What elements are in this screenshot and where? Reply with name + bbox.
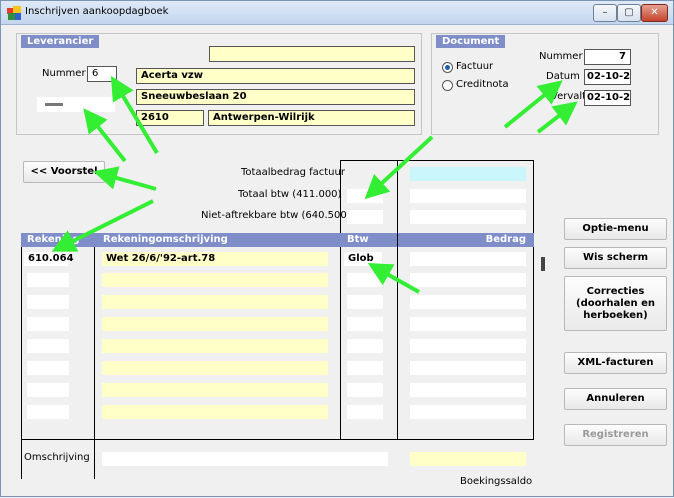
arrow-voorstel — [93, 166, 157, 191]
close-button[interactable]: ✕ — [641, 4, 668, 22]
leverancier-nummer-input[interactable]: 6 — [87, 66, 117, 82]
wis-scherm-button[interactable]: Wis scherm — [564, 247, 667, 269]
app-icon — [7, 6, 21, 20]
factuur-label[interactable]: Factuur — [456, 60, 493, 74]
bedrag-cell[interactable] — [410, 252, 526, 266]
creditnota-label[interactable]: Creditnota — [456, 78, 509, 92]
leverancier-street-field[interactable]: Sneeuwbeslaan 20 — [136, 89, 415, 105]
datum-label: Datum — [546, 71, 580, 82]
totaal-btw-btw-cell[interactable] — [347, 189, 383, 203]
bedrag-cell[interactable] — [410, 273, 526, 287]
boekingssaldo-label: Boekingssaldo — [460, 476, 533, 487]
title-bar: Inschrijven aankoopdagboek – ▢ ✕ — [1, 1, 673, 25]
btw-cell[interactable] — [347, 405, 383, 419]
bedrag-cell[interactable] — [410, 339, 526, 353]
optie-menu-button[interactable]: Optie-menu — [564, 218, 667, 240]
omschrijving-cell[interactable] — [102, 295, 328, 309]
omschrijving-cell[interactable] — [102, 317, 328, 331]
leverancier-heading: Leverancier — [21, 35, 100, 48]
btw-divider — [397, 160, 398, 439]
bedrag-cell[interactable] — [410, 317, 526, 331]
niet-aftrekbare-bedrag-cell[interactable] — [410, 210, 526, 224]
omschrijving-cell[interactable] — [102, 405, 328, 419]
leverancier-postcode-field[interactable]: 2610 — [136, 110, 204, 126]
creditnota-radio[interactable] — [442, 80, 453, 91]
voorstel-button[interactable]: << Voorstel — [23, 161, 105, 183]
btw-cell[interactable]: Glob — [344, 252, 382, 266]
omschrijving-cell[interactable] — [102, 383, 328, 397]
niet-aftrekbare-btw-cell[interactable] — [347, 210, 383, 224]
footer-frame-left — [21, 439, 22, 479]
bedrag-cell[interactable] — [410, 295, 526, 309]
datum-input[interactable]: 02-10-22 — [584, 69, 631, 85]
totals-frame-right — [533, 160, 534, 233]
totaalbedrag-input[interactable] — [410, 167, 526, 181]
omschrijving-cell[interactable] — [102, 339, 328, 353]
header-btw: Btw — [341, 233, 397, 247]
table-scrollbar-thumb[interactable] — [541, 257, 545, 271]
bedrag-cell[interactable] — [410, 383, 526, 397]
rekening-cell[interactable] — [27, 383, 69, 397]
document-nummer-label: Nummer — [539, 51, 583, 62]
leverancier-name-field[interactable]: Acerta vzw — [136, 68, 415, 84]
totaalbedrag-label: Totaalbedrag factuur — [241, 167, 345, 178]
omschrijving-cell[interactable]: Wet 26/6/'92-art.78 — [102, 252, 328, 266]
bedrag-cell[interactable] — [410, 405, 526, 419]
vervalt-input[interactable]: 02-10-22 — [584, 90, 631, 106]
arrow-totaal-btw — [364, 135, 434, 200]
document-nummer-input[interactable]: 7 — [584, 49, 631, 65]
minimize-button[interactable]: – — [593, 4, 617, 22]
header-rekening: Rekening — [21, 233, 95, 247]
table-frame-left — [21, 247, 22, 439]
rekening-cell[interactable] — [27, 405, 69, 419]
btw-cell[interactable] — [347, 361, 383, 375]
bedrag-cell[interactable] — [410, 361, 526, 375]
btw-cell[interactable] — [347, 383, 383, 397]
footer-divider — [94, 439, 95, 479]
btw-cell[interactable] — [347, 339, 383, 353]
omschrijving-divider — [340, 247, 341, 439]
omschrijving-input[interactable] — [102, 452, 388, 466]
header-omschrijving: Rekeningomschrijving — [95, 233, 341, 247]
rekening-cell[interactable] — [27, 339, 69, 353]
totals-frame-left — [340, 160, 341, 233]
btw-cell[interactable] — [347, 295, 383, 309]
rekening-cell[interactable] — [27, 295, 69, 309]
rekening-cell[interactable]: 610.064 — [24, 252, 74, 266]
document-heading: Document — [436, 35, 506, 48]
leverancier-city-field[interactable]: Antwerpen-Wilrijk — [208, 110, 415, 126]
leverancier-extra-field[interactable] — [209, 46, 415, 62]
xml-facturen-button[interactable]: XML-facturen — [564, 352, 667, 374]
omschrijving-label: Omschrijving — [24, 452, 90, 463]
app-window: Inschrijven aankoopdagboek – ▢ ✕ Leveran… — [0, 0, 674, 497]
registreren-button[interactable]: Registreren — [564, 424, 667, 446]
leverancier-nummer-label: Nummer — [42, 68, 86, 79]
totaal-btw-label: Totaal btw (411.000) — [238, 189, 342, 200]
omschrijving-cell[interactable] — [102, 361, 328, 375]
totals-frame-top — [340, 160, 533, 161]
omschrijving-cell[interactable] — [102, 273, 328, 287]
boekingssaldo-input[interactable] — [410, 452, 526, 466]
table-frame-bottom — [21, 439, 534, 440]
leverancier-logo-placeholder — [37, 97, 115, 112]
totaal-btw-bedrag-cell[interactable] — [410, 189, 526, 203]
btw-cell[interactable] — [347, 317, 383, 331]
rekening-cell[interactable] — [27, 361, 69, 375]
annuleren-button[interactable]: Annuleren — [564, 388, 667, 410]
header-bedrag: Bedrag — [398, 233, 534, 247]
rekening-cell[interactable] — [27, 273, 69, 287]
factuur-radio[interactable] — [442, 62, 453, 73]
correcties-button[interactable]: Correcties (doorhalen en herboeken) — [564, 276, 667, 331]
maximize-button[interactable]: ▢ — [617, 4, 641, 22]
rekening-divider — [94, 247, 95, 439]
document-nummer-value: 7 — [619, 51, 626, 62]
vervalt-label: Vervalt — [551, 91, 587, 102]
niet-aftrekbare-label: Niet-aftrekbare btw (640.500) — [201, 210, 351, 221]
window-title: Inschrijven aankoopdagboek — [25, 6, 169, 17]
btw-cell[interactable] — [347, 273, 383, 287]
rekening-cell[interactable] — [27, 317, 69, 331]
table-frame-right — [533, 247, 534, 439]
